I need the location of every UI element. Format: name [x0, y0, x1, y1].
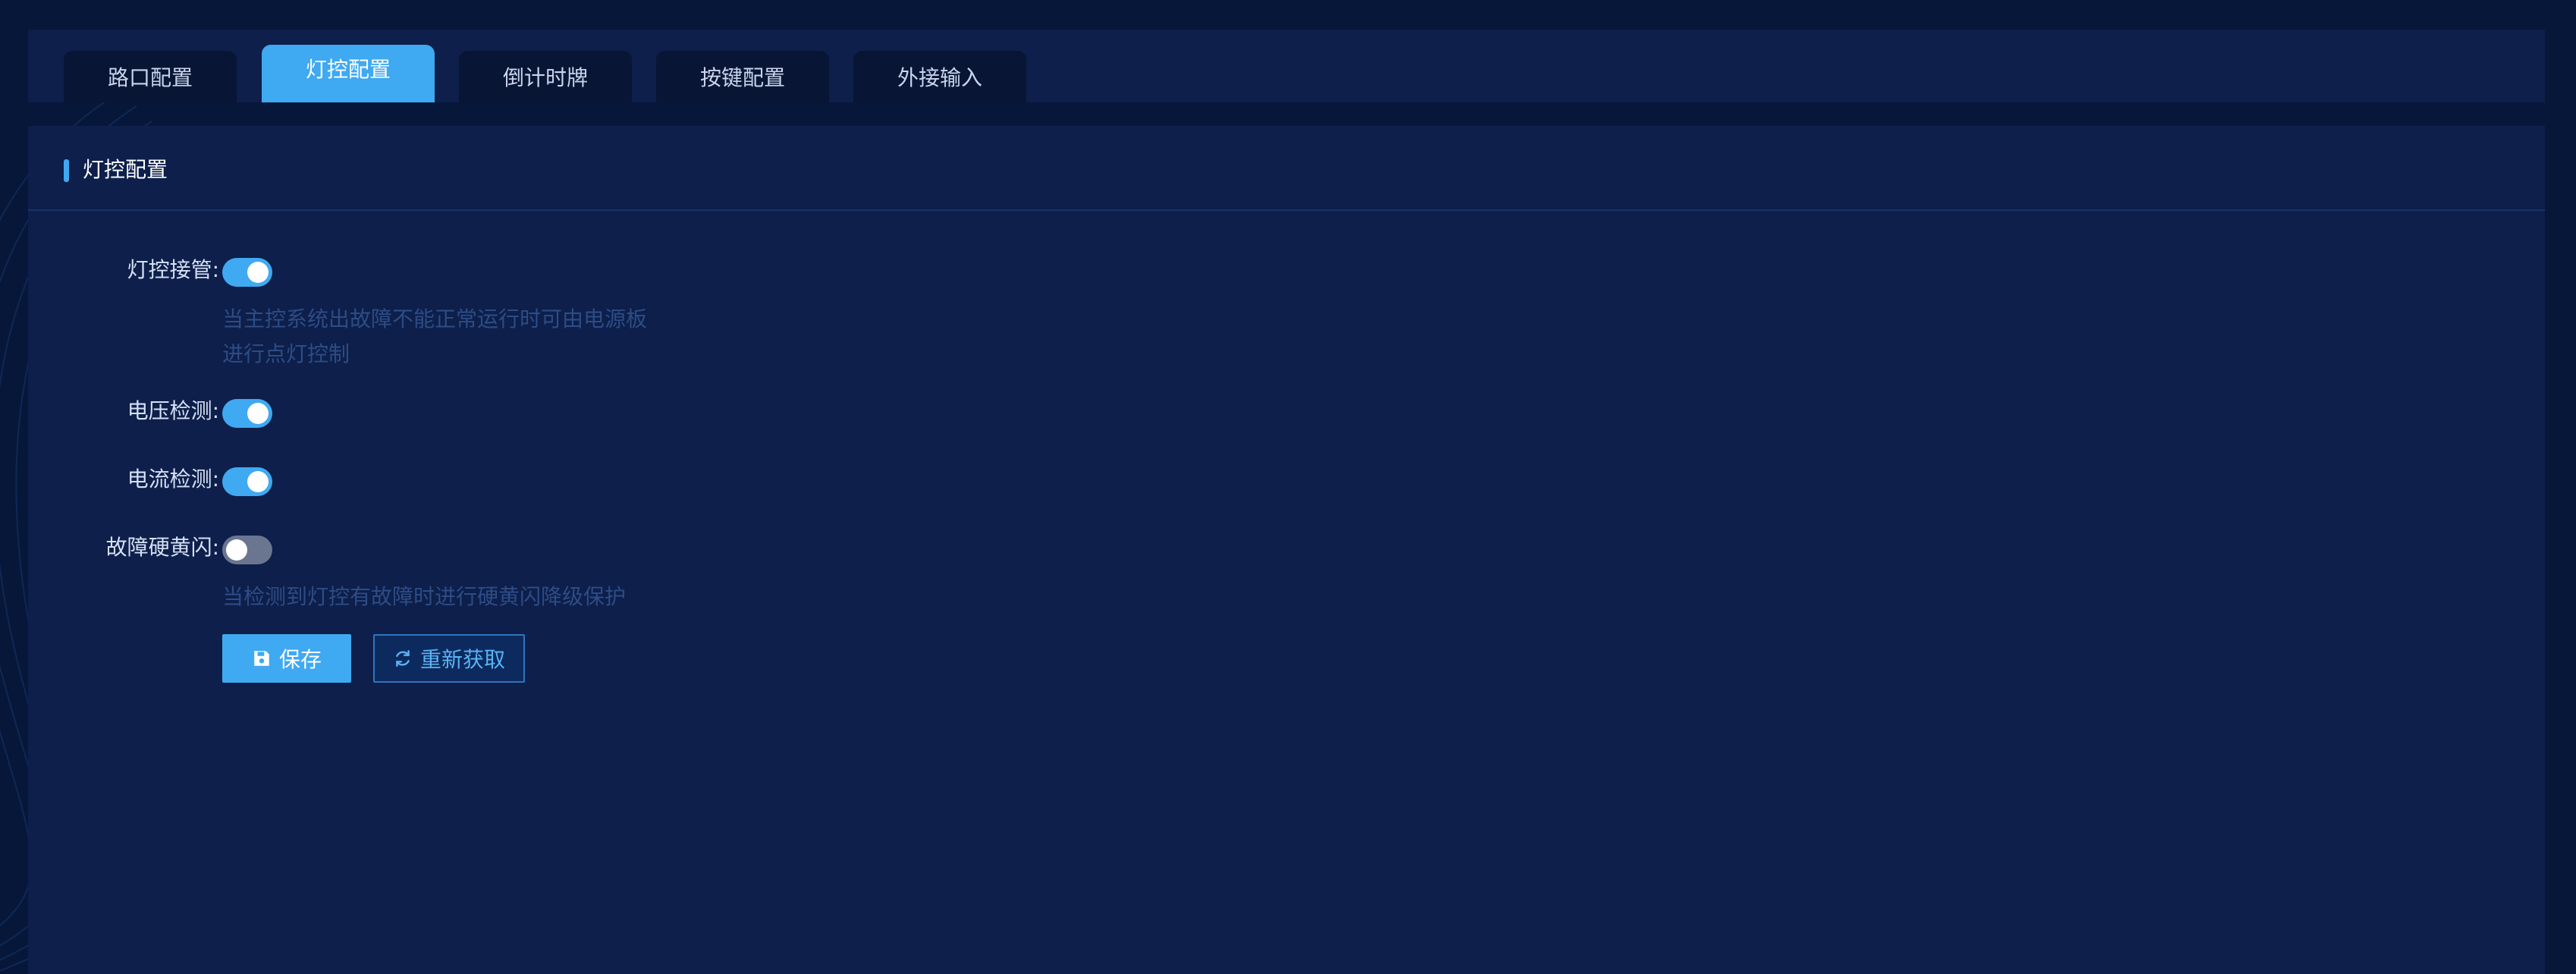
save-button-label: 保存: [278, 647, 322, 672]
save-button[interactable]: 保存: [222, 634, 351, 683]
switch-knob: [226, 539, 247, 561]
current-detect-switch[interactable]: [222, 467, 272, 496]
panel-title: 灯控配置: [83, 157, 168, 182]
light-takeover-switch[interactable]: [222, 258, 272, 287]
light-takeover-hint-line2: 进行点灯控制: [222, 341, 350, 366]
fault-yellow-flash-hint: 当检测到灯控有故障时进行硬黄闪降级保护: [222, 584, 627, 609]
panel-header: 灯控配置: [28, 126, 2545, 211]
voltage-detect-label: 电压检测:: [127, 398, 219, 423]
switch-knob: [247, 471, 269, 492]
current-detect-label: 电流检测:: [127, 467, 219, 492]
tab-intersection-config[interactable]: 路口配置: [64, 51, 237, 102]
tab-external-input[interactable]: 外接输入: [853, 51, 1026, 102]
fault-yellow-flash-switch[interactable]: [222, 536, 272, 564]
save-icon: [252, 649, 272, 668]
header-accent-bar: [64, 159, 69, 182]
refresh-button-label: 重新获取: [419, 647, 505, 672]
fault-yellow-flash-label: 故障硬黄闪:: [105, 535, 219, 560]
refresh-icon: [393, 649, 413, 668]
switch-knob: [247, 403, 269, 424]
switch-knob: [247, 262, 269, 283]
refresh-button[interactable]: 重新获取: [373, 634, 525, 683]
light-takeover-hint-line1: 当主控系统出故障不能正常运行时可由电源板: [222, 306, 648, 331]
tab-button-config[interactable]: 按键配置: [656, 51, 829, 102]
tab-light-control-config[interactable]: 灯控配置: [262, 45, 435, 102]
tab-bar: 路口配置 灯控配置 倒计时牌 按键配置 外接输入: [28, 30, 2545, 102]
light-control-panel: 灯控配置 灯控接管: 当主控系统出故障不能正常运行时可由电源板 进行点灯控制 电…: [28, 126, 2545, 974]
light-takeover-label: 灯控接管:: [127, 257, 219, 282]
voltage-detect-switch[interactable]: [222, 399, 272, 428]
tab-countdown-board[interactable]: 倒计时牌: [459, 51, 632, 102]
